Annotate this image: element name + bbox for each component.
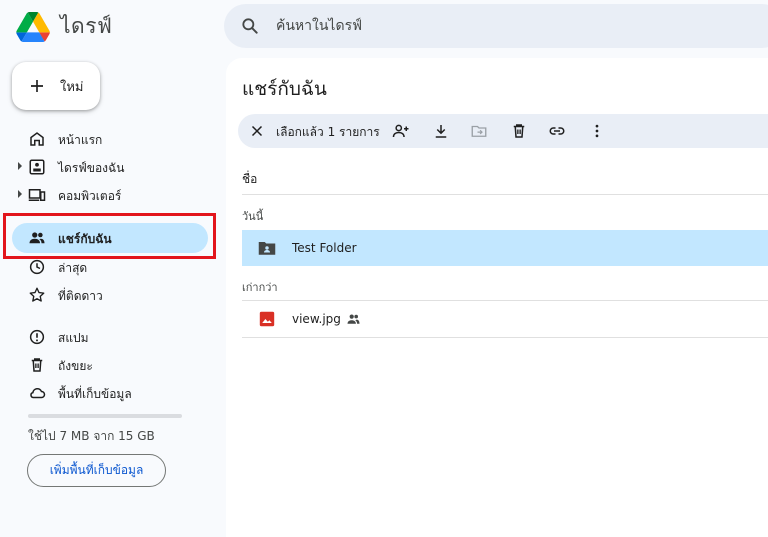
sidebar-item-label: สแปม [58,331,89,345]
divider [242,337,768,338]
drive-logo[interactable]: ไดรฟ์ [16,10,112,43]
clock-icon [29,259,45,275]
sidebar-item-label: หน้าแรก [58,133,103,147]
more-icon[interactable] [588,122,606,140]
sidebar-item-recent[interactable]: ล่าสุด [12,252,208,282]
sidebar-item-starred[interactable]: ที่ติดดาว [12,280,208,310]
file-row[interactable]: Test Folder [242,230,768,266]
search-icon[interactable] [240,16,260,36]
page-title: แชร์กับฉัน [242,78,327,100]
close-icon[interactable] [248,122,266,140]
search-bar[interactable]: ค้นหาในไดรฟ์ [224,4,768,48]
shared-folder-icon [258,242,276,255]
expand-caret-icon[interactable] [18,190,22,198]
move-icon[interactable] [470,122,488,140]
image-file-icon [259,311,275,327]
sidebar-item-label: คอมพิวเตอร์ [58,189,122,203]
computer-icon [28,189,46,201]
section-label-older: เก่ากว่า [242,281,278,294]
selection-toolbar: เลือกแล้ว 1 รายการ [238,114,768,148]
new-button-label: ใหม่ [60,79,84,95]
sidebar-item-label: ล่าสุด [58,261,88,275]
download-icon[interactable] [432,122,450,140]
my-drive-icon [29,159,45,175]
file-row[interactable]: view.jpg [242,301,768,337]
file-name: Test Folder [292,241,357,255]
delete-icon[interactable] [510,122,528,140]
cloud-icon [30,387,46,399]
sidebar-item-label: พื้นที่เก็บข้อมูล [58,387,132,401]
get-more-storage-button[interactable]: เพิ่มพื้นที่เก็บข้อมูล [27,454,166,487]
section-label-today: วันนี้ [242,210,264,223]
link-icon[interactable] [548,122,566,140]
divider [242,194,768,195]
storage-usage-text: ใช้ไป 7 MB จาก 15 GB [28,429,155,443]
home-icon [30,132,44,146]
sidebar-item-computers[interactable]: คอมพิวเตอร์ [12,180,208,210]
add-person-icon[interactable] [392,122,410,140]
expand-caret-icon[interactable] [18,162,22,170]
storage-progress-bar [28,414,182,418]
sidebar-item-label: ถังขยะ [58,359,93,373]
trash-icon [31,358,43,372]
selection-count: เลือกแล้ว 1 รายการ [276,125,380,139]
shared-people-icon [347,314,360,324]
sidebar-item-label: ไดรฟ์ของฉัน [58,161,125,175]
new-button[interactable]: ใหม่ [12,62,100,110]
spam-icon [29,329,45,345]
main-content: แชร์กับฉัน เลือกแล้ว 1 รายการ ชื่อ วันนี… [226,58,768,537]
plus-icon [31,80,43,92]
search-input[interactable]: ค้นหาในไดรฟ์ [276,15,362,37]
sidebar-item-spam[interactable]: สแปม [12,322,208,352]
file-name: view.jpg [292,312,341,326]
app-title: ไดรฟ์ [60,14,113,38]
sidebar-item-trash[interactable]: ถังขยะ [12,350,208,380]
sidebar-item-label: ที่ติดดาว [58,289,103,303]
sidebar-item-storage[interactable]: พื้นที่เก็บข้อมูล [12,378,208,408]
sidebar-item-my-drive[interactable]: ไดรฟ์ของฉัน [12,152,208,182]
star-icon [29,287,45,302]
column-header-name[interactable]: ชื่อ [242,170,257,189]
google-drive-logo-icon [16,11,50,42]
sidebar-item-home[interactable]: หน้าแรก [12,124,208,154]
